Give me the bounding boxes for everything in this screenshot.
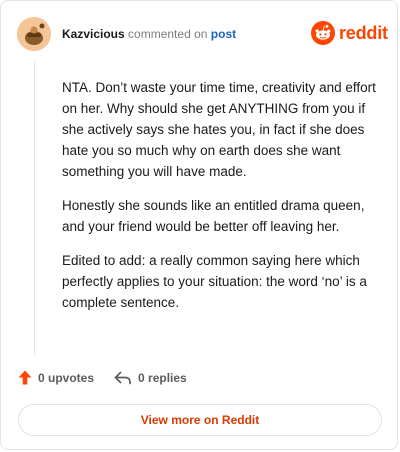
comment-paragraph: Honestly she sounds like an entitled dra… bbox=[62, 198, 365, 234]
comment-paragraph: Edited to add: a really common saying he… bbox=[62, 253, 367, 310]
username[interactable]: Kazvicious bbox=[62, 27, 125, 41]
reply-count: 0 replies bbox=[138, 370, 187, 385]
upvote-button[interactable]: 0 upvotes bbox=[18, 370, 94, 385]
post-link[interactable]: post bbox=[211, 27, 236, 41]
reddit-logo[interactable]: reddit bbox=[311, 21, 388, 45]
comment-body: NTA. Don’t waste your time time, creativ… bbox=[62, 77, 382, 326]
reddit-wordmark: reddit bbox=[339, 22, 388, 43]
upvote-count: 0 upvotes bbox=[38, 370, 95, 385]
reddit-logo-icon bbox=[311, 21, 335, 45]
comment-embed-card: Kazvicious commented on post reddit NTA.… bbox=[0, 0, 398, 450]
avatar[interactable] bbox=[17, 17, 51, 51]
comment-actions: 0 upvotes 0 replies bbox=[18, 370, 187, 385]
reply-icon bbox=[114, 371, 131, 384]
reply-button[interactable]: 0 replies bbox=[114, 371, 187, 385]
avatar-image bbox=[17, 17, 51, 51]
comment-header: Kazvicious commented on post bbox=[62, 26, 236, 42]
thread-line bbox=[34, 61, 35, 355]
view-more-button[interactable]: View more on Reddit bbox=[18, 404, 382, 436]
upvote-arrow-icon bbox=[18, 370, 32, 385]
comment-paragraph: NTA. Don’t waste your time time, creativ… bbox=[62, 80, 376, 179]
commented-on-text: commented on bbox=[128, 27, 208, 41]
